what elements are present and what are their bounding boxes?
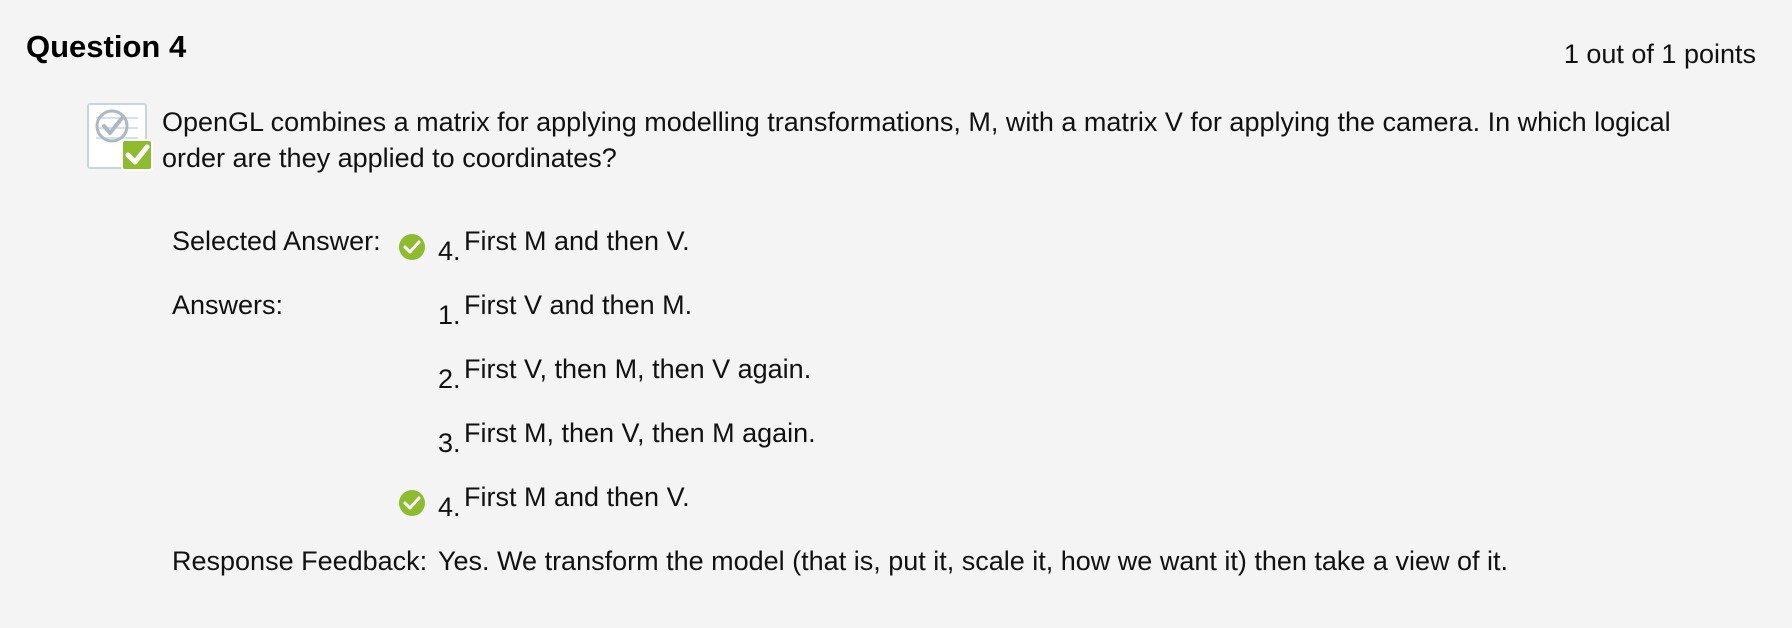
answer-text: First M and then V. [464, 226, 690, 256]
answer-number: 3. [438, 428, 461, 458]
answer-number: 4. [438, 236, 461, 266]
answer-text: First M, then V, then M again. [464, 418, 816, 448]
check-icon [399, 490, 425, 516]
question-text: OpenGL combines a matrix for applying mo… [162, 107, 1671, 173]
answer-number: 2. [438, 364, 461, 394]
check-icon [399, 234, 425, 260]
correct-question-icon [86, 102, 156, 172]
answers-label: Answers: [172, 290, 284, 320]
question-title: Question 4 [26, 29, 187, 64]
question-points: 1 out of 1 points [1563, 39, 1756, 69]
answer-number: 4. [438, 492, 461, 522]
answer-text: First M and then V. [464, 482, 690, 512]
answer-number: 1. [438, 300, 461, 330]
answer-text: First V and then M. [464, 290, 693, 320]
answer-text: First V, then M, then V again. [464, 354, 812, 384]
response-feedback-label: Response Feedback: [172, 546, 428, 576]
selected-answer-label: Selected Answer: [172, 226, 381, 256]
response-feedback-text: Yes. We transform the model (that is, pu… [438, 546, 1508, 576]
